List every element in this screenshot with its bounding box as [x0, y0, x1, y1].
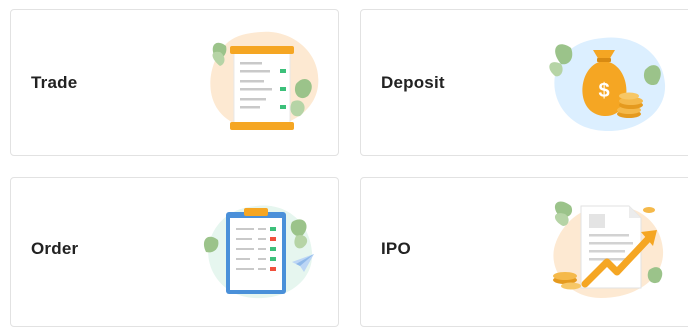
clipboard-order-icon — [203, 205, 314, 299]
ipo-card-label: IPO — [381, 239, 411, 258]
trade-receipt-icon — [210, 31, 319, 130]
trade-card[interactable]: Trade — [10, 9, 339, 156]
deposit-card-label: Deposit — [381, 73, 445, 92]
trade-card-label: Trade — [31, 73, 78, 92]
money-bag-icon: $ — [549, 37, 666, 132]
ipo-card[interactable]: IPO — [360, 177, 688, 327]
deposit-card[interactable]: Deposit $ — [360, 9, 688, 156]
svg-text:$: $ — [598, 80, 609, 102]
order-card[interactable]: Order — [10, 177, 339, 327]
order-card-label: Order — [31, 239, 79, 258]
ipo-chart-icon — [553, 201, 664, 298]
